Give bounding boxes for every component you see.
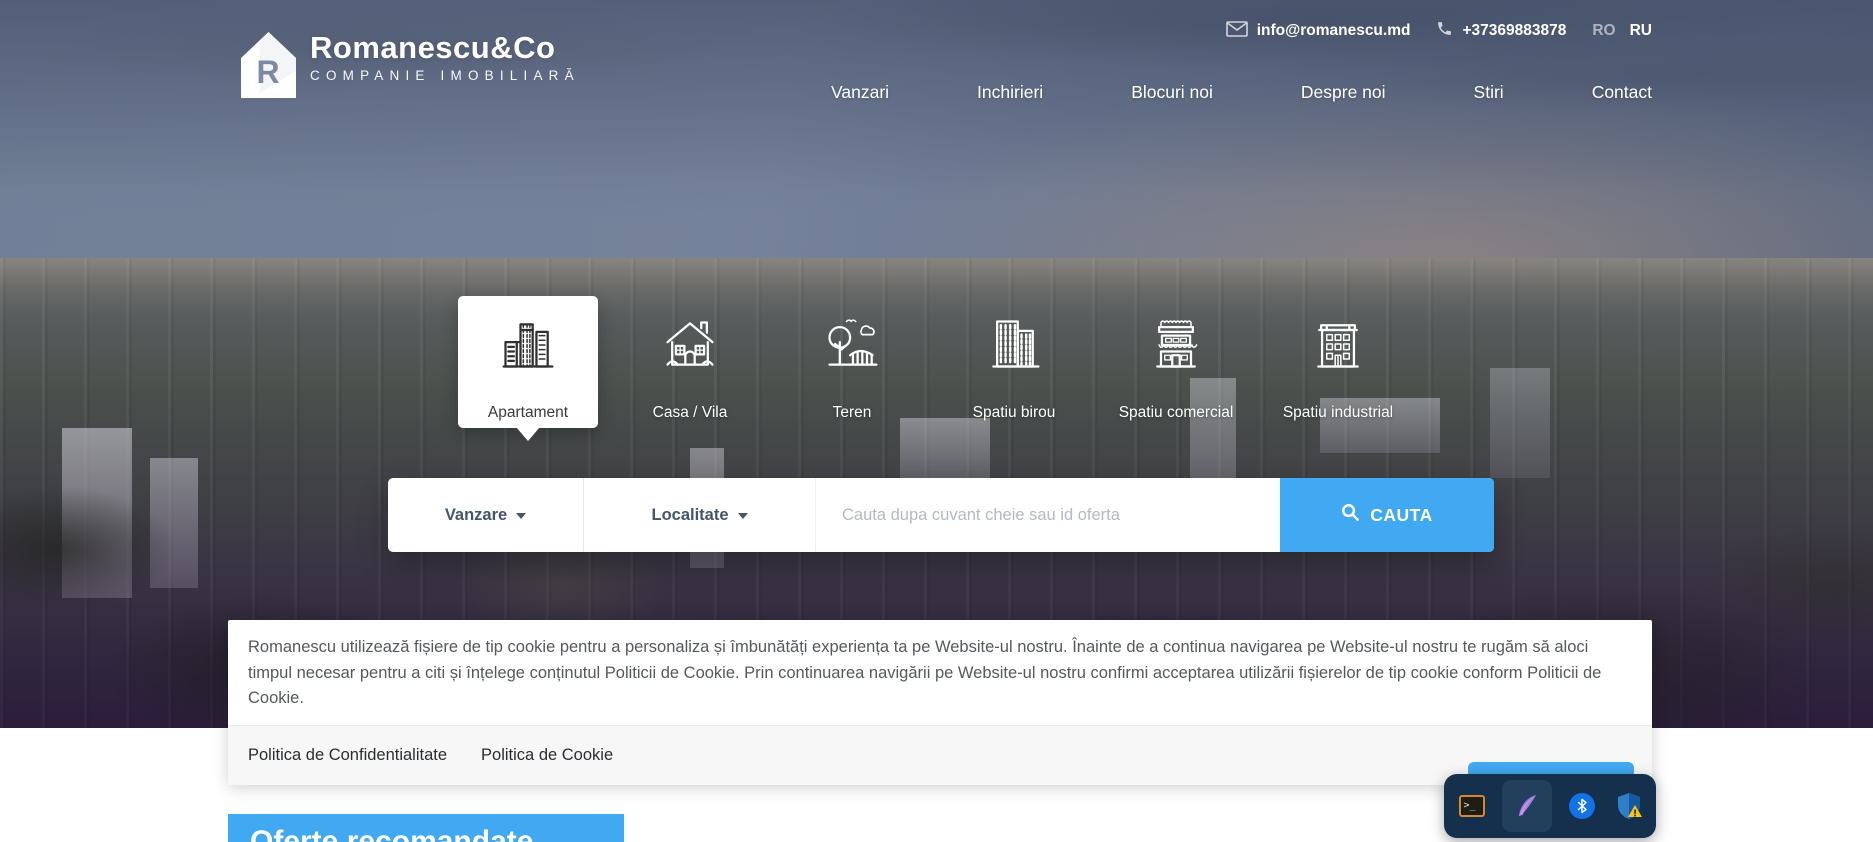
phone-icon (1436, 20, 1453, 42)
deal-type-value: Vanzare (445, 506, 507, 525)
tab-spatiu-birou[interactable]: Spatiu birou (944, 296, 1084, 428)
tab-label: Spatiu birou (973, 404, 1056, 422)
lang-ro-button[interactable]: RO (1592, 22, 1615, 40)
nav-item-stiri[interactable]: Stiri (1474, 82, 1504, 103)
feather-icon[interactable] (1502, 780, 1552, 832)
house-logo-icon: R (240, 31, 297, 104)
privacy-policy-link[interactable]: Politica de Confidentialitate (248, 746, 447, 765)
terminal-icon[interactable]: >_ (1455, 780, 1489, 832)
nav-item-vanzari[interactable]: Vanzari (831, 82, 889, 103)
tab-label: Casa / Vila (653, 404, 728, 422)
mail-icon (1226, 21, 1248, 42)
phone-link[interactable]: +37369883878 (1436, 20, 1566, 42)
chevron-down-icon (738, 513, 748, 519)
tab-spatiu-comercial[interactable]: Spatiu comercial (1106, 296, 1246, 428)
svg-text:R: R (256, 54, 279, 90)
tab-label: Teren (833, 404, 872, 422)
nav-item-inchirieri[interactable]: Inchirieri (977, 82, 1043, 103)
search-button[interactable]: CAUTA (1280, 478, 1494, 552)
system-dock: >_ (1444, 774, 1656, 838)
tab-teren[interactable]: Teren (782, 296, 922, 428)
shield-warning-icon[interactable] (1612, 780, 1646, 832)
top-contact-bar: info@romanescu.md +37369883878 RO RU (1226, 20, 1652, 42)
tab-apartament[interactable]: Apartament (458, 296, 598, 428)
cookie-links-row: Politica de Confidentialitate Politica d… (228, 725, 1652, 785)
locality-value: Localitate (651, 506, 728, 525)
storefront-icon (1146, 314, 1206, 374)
main-nav: Vanzari Inchirieri Blocuri noi Despre no… (831, 82, 1652, 103)
lang-ru-button[interactable]: RU (1630, 22, 1652, 40)
keyword-search-input[interactable] (816, 478, 1280, 552)
tab-spatiu-industrial[interactable]: Spatiu industrial (1268, 296, 1408, 428)
brand-tagline: COMPANIE IMOBILIARĂ (310, 68, 580, 83)
apartment-icon (498, 314, 558, 374)
recommended-offers-heading: Oferte recomandate (228, 814, 624, 842)
email-link[interactable]: info@romanescu.md (1226, 21, 1411, 42)
language-switcher: RO RU (1592, 22, 1652, 40)
house-icon (660, 314, 720, 374)
search-button-label: CAUTA (1370, 505, 1432, 526)
nav-item-blocuri-noi[interactable]: Blocuri noi (1131, 82, 1213, 103)
land-icon (822, 314, 882, 374)
nav-item-contact[interactable]: Contact (1592, 82, 1652, 103)
property-search-bar: Vanzare Localitate CAUTA (388, 478, 1494, 552)
property-type-tabs: Apartament Casa / Vila (458, 296, 1408, 428)
tab-label: Spatiu comercial (1119, 404, 1234, 422)
bluetooth-icon[interactable] (1565, 780, 1599, 832)
brand-logo[interactable]: R Romanescu&Co COMPANIE IMOBILIARĂ (240, 31, 580, 104)
industrial-building-icon (1308, 314, 1368, 374)
search-icon (1341, 503, 1360, 527)
phone-text: +37369883878 (1462, 22, 1566, 40)
cookie-banner: Romanescu utilizează fișiere de tip cook… (228, 620, 1652, 785)
tab-casa-vila[interactable]: Casa / Vila (620, 296, 760, 428)
locality-dropdown[interactable]: Localitate (584, 478, 816, 552)
nav-item-despre-noi[interactable]: Despre noi (1301, 82, 1386, 103)
tab-label: Spatiu industrial (1283, 404, 1393, 422)
tab-label: Apartament (488, 404, 568, 422)
cookie-policy-link[interactable]: Politica de Cookie (481, 746, 613, 765)
deal-type-dropdown[interactable]: Vanzare (388, 478, 584, 552)
cookie-message: Romanescu utilizează fișiere de tip cook… (228, 620, 1652, 725)
brand-name: Romanescu&Co (310, 31, 580, 65)
email-text: info@romanescu.md (1257, 22, 1411, 40)
chevron-down-icon (516, 513, 526, 519)
office-building-icon (984, 314, 1044, 374)
